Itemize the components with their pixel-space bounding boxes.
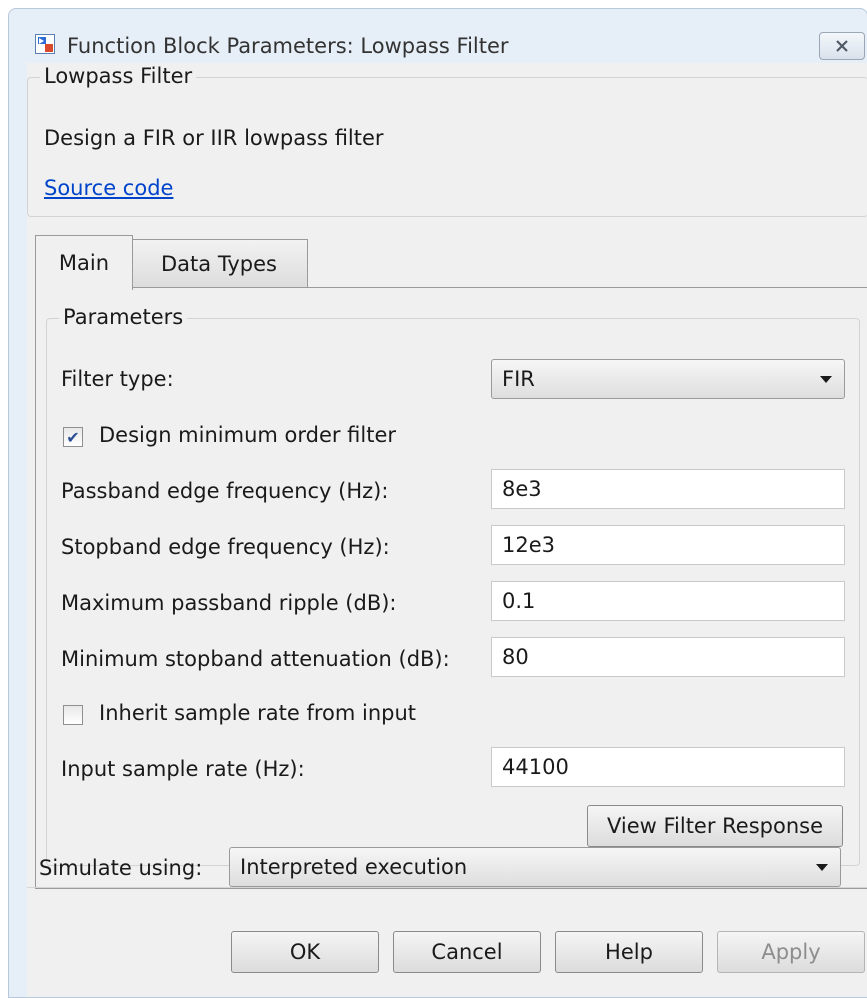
inherit-sample-rate-label: Inherit sample rate from input	[99, 701, 417, 725]
simulate-using-label: Simulate using:	[39, 856, 203, 880]
help-button[interactable]: Help	[555, 931, 703, 973]
max-passband-ripple-label: Maximum passband ripple (dB):	[61, 591, 397, 615]
tab-data-types[interactable]: Data Types	[131, 239, 308, 288]
parameters-legend: Parameters	[59, 305, 188, 329]
min-stopband-atten-label: Minimum stopband attenuation (dB):	[61, 647, 450, 671]
simulate-using-dropdown[interactable]: Interpreted execution	[229, 847, 841, 887]
apply-button[interactable]: Apply	[717, 931, 865, 973]
simulink-block-icon	[35, 34, 55, 54]
parameters-group: Parameters Filter type: FIR ✔ Design min…	[46, 305, 860, 866]
simulate-using-value: Interpreted execution	[240, 855, 468, 879]
main-tab-panel: Parameters Filter type: FIR ✔ Design min…	[35, 287, 867, 889]
dialog-client: Lowpass Filter Design a FIR or IIR lowpa…	[27, 63, 867, 997]
cancel-button[interactable]: Cancel	[393, 931, 541, 973]
design-min-order-checkbox[interactable]: ✔	[63, 427, 83, 447]
tab-main[interactable]: Main	[35, 235, 133, 290]
checkmark-icon: ✔	[66, 427, 80, 447]
stopband-edge-input[interactable]	[491, 525, 845, 565]
chevron-down-icon	[816, 864, 828, 871]
block-name-legend: Lowpass Filter	[40, 64, 197, 88]
inherit-sample-rate-checkbox[interactable]	[63, 705, 83, 725]
source-code-link[interactable]: Source code	[44, 176, 173, 200]
footer-divider	[27, 887, 867, 888]
filter-type-dropdown[interactable]: FIR	[491, 359, 845, 399]
close-button[interactable]	[819, 32, 865, 60]
stopband-edge-label: Stopband edge frequency (Hz):	[61, 535, 390, 559]
input-sample-rate-input[interactable]	[491, 747, 845, 787]
min-stopband-atten-input[interactable]	[491, 637, 845, 677]
input-sample-rate-label: Input sample rate (Hz):	[61, 757, 305, 781]
ok-button[interactable]: OK	[231, 931, 379, 973]
chevron-down-icon	[820, 376, 832, 383]
close-icon	[836, 40, 848, 52]
design-min-order-label: Design minimum order filter	[99, 423, 397, 447]
window-title: Function Block Parameters: Lowpass Filte…	[67, 34, 509, 58]
filter-type-value: FIR	[502, 367, 535, 391]
block-description-group: Lowpass Filter Design a FIR or IIR lowpa…	[27, 64, 867, 217]
block-description: Design a FIR or IIR lowpass filter	[44, 126, 384, 150]
passband-edge-label: Passband edge frequency (Hz):	[61, 479, 389, 503]
max-passband-ripple-input[interactable]	[491, 581, 845, 621]
passband-edge-input[interactable]	[491, 469, 845, 509]
button-bar: OK Cancel Help Apply	[27, 901, 867, 997]
filter-type-label: Filter type:	[61, 367, 174, 391]
dialog-window: Function Block Parameters: Lowpass Filte…	[8, 8, 867, 998]
view-filter-response-button[interactable]: View Filter Response	[587, 805, 843, 847]
